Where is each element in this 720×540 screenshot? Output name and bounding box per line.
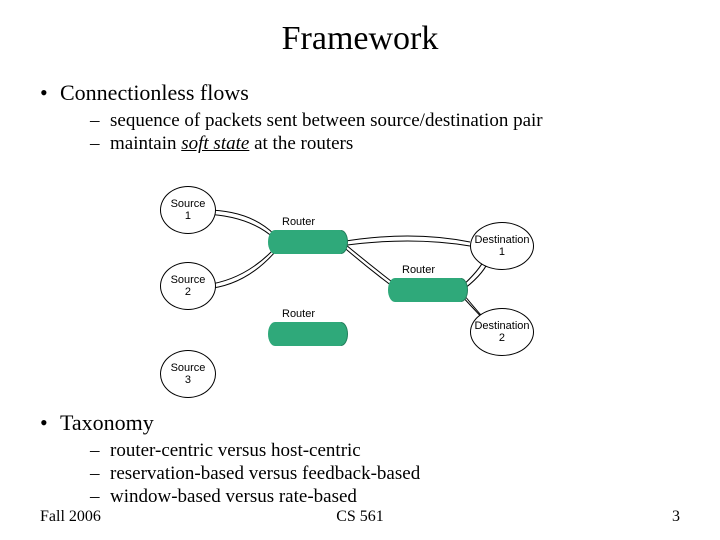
bullet-tax-3: window-based versus rate-based — [110, 486, 357, 508]
node-destination-2: Destination 2 — [470, 308, 534, 356]
router-1-label: Router — [282, 216, 315, 228]
bullet-sequence: sequence of packets sent between source/… — [110, 110, 543, 132]
node-destination-1: Destination 1 — [470, 222, 534, 270]
bullet-tax-1: router-centric versus host-centric — [110, 440, 361, 462]
bullet-taxonomy: Taxonomy — [60, 410, 154, 436]
footer-center: CS 561 — [0, 508, 720, 526]
slide: Framework Connectionless flows sequence … — [0, 0, 720, 540]
router-2 — [395, 278, 461, 302]
router-3 — [275, 322, 341, 346]
softstate-suffix: at the routers — [249, 133, 353, 154]
node-source-1: Source 1 — [160, 186, 216, 234]
router-1 — [275, 230, 341, 254]
node-source-3: Source 3 — [160, 350, 216, 398]
bullet-tax-2: reservation-based versus feedback-based — [110, 463, 420, 485]
bullet-connectionless: Connectionless flows — [60, 80, 249, 106]
softstate-term: soft state — [181, 133, 249, 154]
slide-title: Framework — [0, 20, 720, 58]
footer-right: 3 — [672, 508, 680, 526]
node-source-2: Source 2 — [160, 262, 216, 310]
network-diagram: Source 1 Source 2 Source 3 Destination 1… — [150, 180, 580, 400]
bullet-softstate: maintain soft state at the routers — [110, 133, 353, 155]
router-3-label: Router — [282, 308, 315, 320]
router-2-label: Router — [402, 264, 435, 276]
softstate-prefix: maintain — [110, 133, 181, 154]
